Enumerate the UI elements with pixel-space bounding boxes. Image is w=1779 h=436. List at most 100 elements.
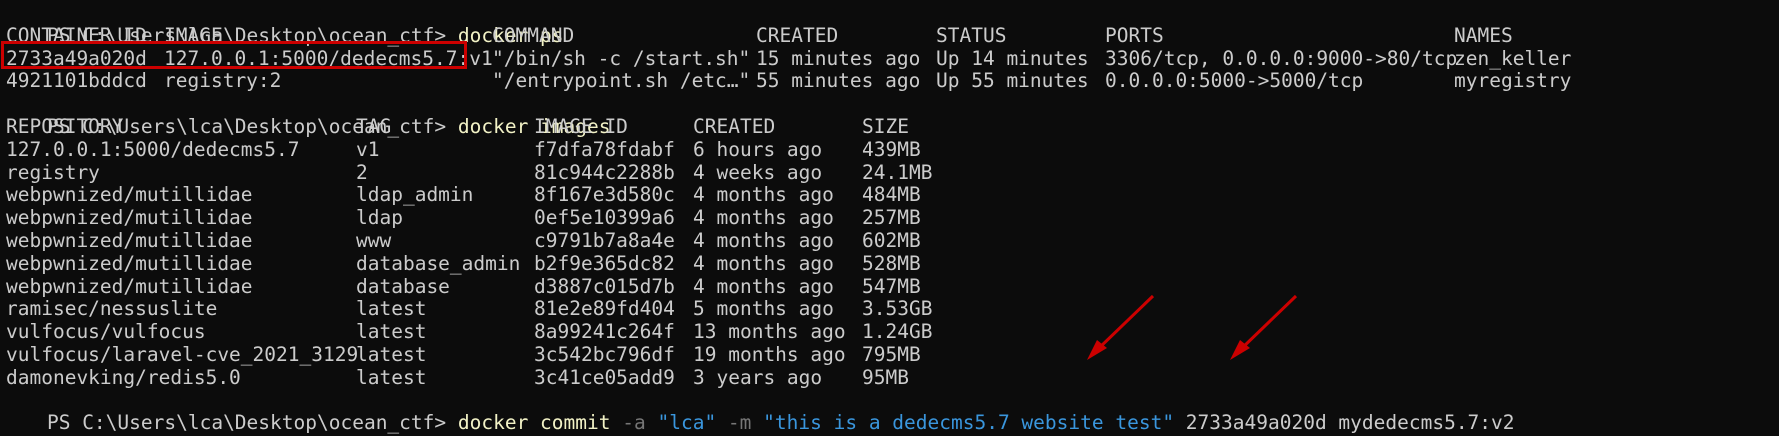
ps-cell-status: Up 14 minutes [936,46,1089,70]
images-cell-tag: database [356,274,450,298]
annotation-highlight-box [1,41,467,69]
images-cell-image-id: 8a99241c264f [534,320,675,344]
images-cell-size: 24.1MB [862,160,933,184]
images-cell-tag: www [356,228,392,252]
images-cell-repository: vulfocus/vulfocus [6,320,206,344]
images-cell-image-id: 81e2e89fd404 [534,297,675,321]
images-cell-size: 602MB [862,228,921,252]
images-cell-tag: latest [356,297,427,321]
ps-header-created: CREATED [756,23,839,47]
images-cell-repository: ramisec/nessuslite [6,297,218,321]
images-cell-repository: damonevking/redis5.0 [6,365,241,389]
images-row: webpwnized/mutillidae database_admin b2f… [0,251,1779,276]
images-cell-size: 795MB [862,342,921,366]
images-row: webpwnized/mutillidae ldap_admin 8f167e3… [0,184,1779,207]
images-row: vulfocus/laravel-cve_2021_3129 latest 3c… [0,342,1779,367]
message-flag: -m [716,411,764,435]
images-cell-created: 4 months ago [693,228,834,252]
images-row: webpwnized/mutillidae www c9791b7a8a4e 4… [0,228,1779,253]
images-cell-repository: webpwnized/mutillidae [6,183,253,207]
images-cell-image-id: 0ef5e10399a6 [534,206,675,230]
images-cell-size: 3.53GB [862,297,933,321]
ps-cell-status: Up 55 minutes [936,69,1089,93]
prompt: PS C:\Users\lca\Desktop\ocean_ctf> [46,411,458,435]
images-cell-image-id: c9791b7a8a4e [534,228,675,252]
images-cell-image-id: 81c944c2288b [534,160,675,184]
ps-cell-command: "/bin/sh -c /start.sh" [492,46,751,70]
ps-cell-ports: 0.0.0.0:5000->5000/tcp [1105,69,1364,93]
images-cell-created: 4 months ago [693,274,834,298]
images-cell-size: 257MB [862,206,921,230]
images-cell-tag: latest [356,320,427,344]
images-cell-size: 484MB [862,183,921,207]
images-cell-repository: 127.0.0.1:5000/dedecms5.7 [6,137,300,161]
images-cell-tag: ldap [356,206,403,230]
images-cell-repository: registry [6,160,100,184]
images-header-row: REPOSITORY TAG IMAGE ID CREATED SIZE [0,114,1779,139]
ps-row: 4921101bddcd registry:2 "/entrypoint.sh … [0,70,1779,93]
ps-cell-names: zen_keller [1454,46,1572,70]
images-row: damonevking/redis5.0 latest 3c41ce05add9… [0,365,1779,390]
ps-header-status: STATUS [936,23,1007,47]
ps-cell-created: 15 minutes ago [756,46,921,70]
images-cell-repository: webpwnized/mutillidae [6,228,253,252]
author-flag: -a [622,411,658,435]
command-text: docker commit [457,411,623,435]
images-cell-tag: ldap_admin [356,183,474,207]
images-cell-created: 5 months ago [693,297,834,321]
images-row: ramisec/nessuslite latest 81e2e89fd404 5… [0,298,1779,321]
ps-cell-container-id: 4921101bddcd [6,69,147,93]
images-cell-repository: vulfocus/laravel-cve_2021_3129 [6,342,359,366]
ps-header-ports: PORTS [1105,23,1164,47]
prompt-line-docker-commit: PS C:\Users\lca\Desktop\ocean_ctf> docke… [0,390,1779,434]
images-header-repository: REPOSITORY [6,114,124,138]
ps-cell-names: myregistry [1454,69,1572,93]
images-header-created: CREATED [693,114,776,138]
images-cell-image-id: 8f167e3d580c [534,183,675,207]
images-cell-image-id: d3887c015d7b [534,274,675,298]
annotation-arrow-icon [1230,294,1298,360]
ps-cell-command: "/entrypoint.sh /etc…" [492,69,751,93]
images-cell-tag: latest [356,365,427,389]
commit-args: 2733a49a020d mydedecms5.7:v2 [1174,411,1515,435]
images-cell-image-id: b2f9e365dc82 [534,251,675,275]
images-cell-tag: v1 [356,137,380,161]
message-value: "this is a dedecms5.7 website test" [763,411,1175,435]
terminal-window[interactable]: PS C:\Users\lca\Desktop\ocean_ctf> docke… [0,0,1779,436]
images-cell-size: 547MB [862,274,921,298]
images-cell-created: 6 hours ago [693,137,823,161]
images-cell-created: 4 weeks ago [693,160,823,184]
images-cell-repository: webpwnized/mutillidae [6,251,253,275]
images-row: webpwnized/mutillidae ldap 0ef5e10399a6 … [0,206,1779,230]
images-header-tag: TAG [356,114,392,138]
images-cell-image-id: f7dfa78fdabf [534,137,675,161]
images-cell-tag: 2 [356,160,368,184]
images-cell-created: 4 months ago [693,251,834,275]
images-cell-size: 1.24GB [862,320,933,344]
images-cell-created: 4 months ago [693,183,834,207]
images-cell-tag: latest [356,342,427,366]
images-header-image-id: IMAGE ID [534,114,628,138]
images-cell-size: 95MB [862,365,909,389]
ps-header-names: NAMES [1454,23,1513,47]
images-header-size: SIZE [862,114,909,138]
images-cell-created: 19 months ago [693,342,846,366]
images-cell-created: 13 months ago [693,320,846,344]
author-value: "lca" [657,411,717,435]
ps-cell-ports: 3306/tcp, 0.0.0.0:9000->80/tcp [1105,46,1458,70]
images-cell-repository: webpwnized/mutillidae [6,206,253,230]
images-row: registry 2 81c944c2288b 4 weeks ago 24.1… [0,160,1779,185]
images-cell-created: 3 years ago [693,365,823,389]
images-row: vulfocus/vulfocus latest 8a99241c264f 13… [0,320,1779,344]
prompt-line-docker-images: PS C:\Users\lca\Desktop\ocean_ctf> docke… [0,93,1779,138]
images-cell-image-id: 3c41ce05add9 [534,365,675,389]
images-row: webpwnized/mutillidae database d3887c015… [0,274,1779,299]
ps-cell-created: 55 minutes ago [756,69,921,93]
images-cell-repository: webpwnized/mutillidae [6,274,253,298]
images-cell-tag: database_admin [356,251,521,275]
ps-header-command: COMMAND [492,23,575,47]
ps-cell-image: registry:2 [164,69,282,93]
images-row: 127.0.0.1:5000/dedecms5.7 v1 f7dfa78fdab… [0,137,1779,162]
images-cell-created: 4 months ago [693,206,834,230]
annotation-arrow-icon [1087,294,1155,360]
